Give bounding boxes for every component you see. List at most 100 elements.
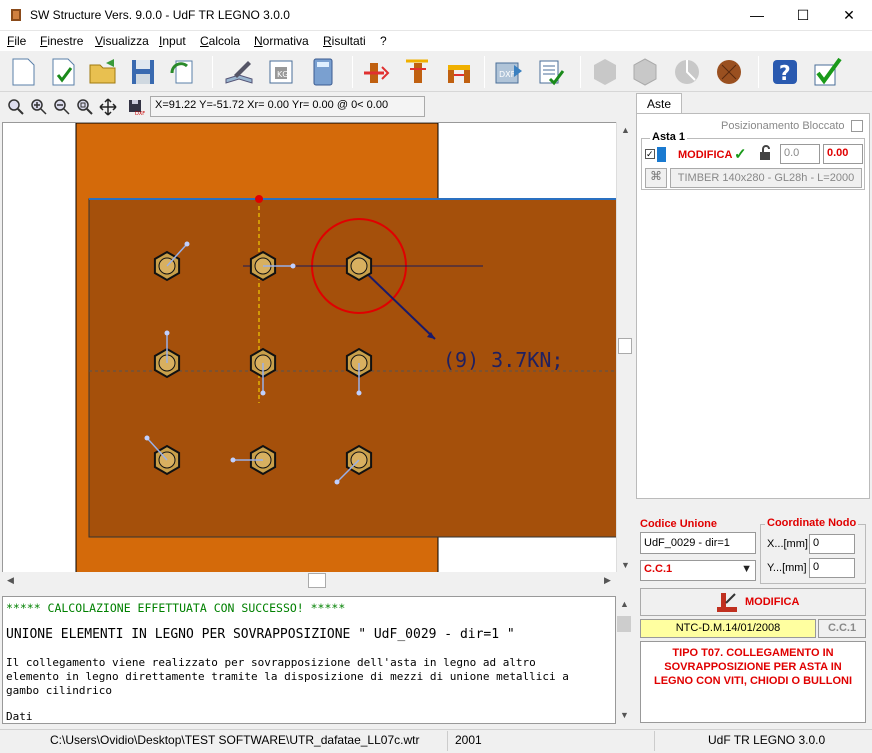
timber-block-icon[interactable] [712, 55, 746, 89]
output-heading: UNIONE ELEMENTI IN LEGNO PER SOVRAPPOSIZ… [6, 627, 515, 642]
minimize-button[interactable]: — [734, 0, 780, 31]
report-icon[interactable] [534, 55, 568, 89]
modifica-asta-button[interactable]: MODIFICA [678, 149, 732, 161]
bolt-force-arrowhead [144, 435, 150, 441]
normativa-label: NTC-D.M.14/01/2008 [640, 619, 816, 638]
output-line: gambo cilindrico [6, 684, 112, 697]
save-icon[interactable] [126, 55, 160, 89]
y-coordinate-input[interactable]: 0 [809, 558, 855, 578]
scroll-left-button[interactable]: ◀ [2, 572, 19, 589]
node-marker[interactable] [255, 195, 263, 203]
close-button[interactable]: ✕ [826, 0, 872, 31]
menu-calcola[interactable]: Calcola [200, 34, 240, 48]
menu-visualizza[interactable]: Visualizza [95, 34, 149, 48]
output-line: Dati [6, 710, 33, 723]
zoom-in-icon[interactable] [30, 98, 48, 116]
y-label: Y...[mm] [767, 562, 807, 574]
new-file-icon[interactable] [6, 55, 40, 89]
output-log[interactable]: ***** CALCOLAZIONE EFFETTUATA CON SUCCES… [2, 596, 616, 724]
locked-position-checkbox[interactable] [851, 120, 863, 132]
scroll-thumb[interactable] [618, 338, 632, 354]
svg-text:KG: KG [277, 70, 288, 79]
bolt-force-arrowhead [260, 390, 266, 396]
app-logo-icon [11, 9, 21, 21]
angle-input[interactable]: 0.0 [780, 144, 820, 164]
asta-visible-checkbox[interactable]: ✓ [645, 149, 655, 159]
load-combination-select[interactable]: C.C.1 ▼ [640, 560, 756, 581]
codice-unione-input[interactable]: UdF_0029 - dir=1 [640, 532, 756, 554]
output-line: Il collegamento viene realizzato per sov… [6, 656, 536, 669]
asta-group: Asta 1 ✓ MODIFICA ✓ 0.0 0.00 ⌘ TIMBER 14… [641, 131, 865, 190]
modifica-unione-button[interactable]: MODIFICA [640, 588, 866, 616]
hexagon-outline-icon [633, 58, 657, 86]
canvas-horizontal-scrollbar[interactable]: ◀ ▶ [2, 572, 633, 589]
output-vertical-scrollbar[interactable]: ▲ ▼ [616, 596, 633, 724]
success-message: ***** CALCOLAZIONE EFFETTUATA CON SUCCES… [6, 601, 346, 615]
edit-book-icon[interactable] [222, 55, 256, 89]
toolbar-separator [580, 56, 581, 88]
offset-input[interactable]: 0.00 [823, 144, 863, 164]
coordinate-group: Coordinate Nodo X...[mm] 0 Y...[mm] 0 [760, 517, 866, 584]
connection-drawing: (9) 3.7KN; [75, 123, 617, 573]
refresh-icon[interactable] [166, 55, 200, 89]
scroll-up-button[interactable]: ▲ [617, 122, 634, 139]
codice-unione-label: Codice Unione [640, 518, 718, 530]
menu-file[interactable]: File [7, 34, 26, 48]
tab-content: Posizionamento Bloccato Asta 1 ✓ MODIFIC… [636, 114, 870, 499]
confirm-check-icon[interactable] [810, 55, 844, 89]
cc-label: C.C.1 [818, 619, 866, 638]
maximize-button[interactable]: ☐ [780, 0, 826, 31]
scroll-thumb[interactable] [617, 616, 631, 632]
bolt-force-arrowhead [184, 241, 190, 247]
lock-icon[interactable] [758, 145, 776, 161]
canvas-vertical-scrollbar[interactable]: ▲ ▼ [616, 122, 633, 574]
scroll-thumb[interactable] [308, 573, 326, 588]
svg-text:DXF: DXF [135, 111, 145, 116]
menu-help[interactable]: ? [380, 34, 387, 48]
modifica-unione-label: MODIFICA [745, 596, 800, 608]
x-coordinate-input[interactable]: 0 [809, 534, 855, 554]
calculator-icon[interactable] [306, 55, 340, 89]
zoom-window-icon[interactable] [76, 98, 94, 116]
menu-input[interactable]: Input [159, 34, 186, 48]
menu-normativa[interactable]: Normativa [254, 34, 309, 48]
bolt-shank [350, 257, 368, 275]
svg-text:DXF: DXF [499, 70, 516, 79]
bolt-force-arrowhead [334, 479, 340, 485]
toolbar-separator [212, 56, 213, 88]
open-folder-icon[interactable] [86, 55, 120, 89]
scroll-right-button[interactable]: ▶ [599, 572, 616, 589]
tab-aste[interactable]: Aste [636, 93, 682, 114]
connection-icon [717, 593, 737, 612]
column-load-icon[interactable] [400, 55, 434, 89]
confirm-check-icon[interactable]: ✓ [734, 145, 747, 163]
zoom-fit-icon[interactable] [7, 98, 25, 116]
drawing-canvas[interactable]: (9) 3.7KN; [2, 122, 618, 574]
element-description: TIMBER 140x280 - GL28h - L=2000 [670, 168, 862, 188]
dxf-export-icon[interactable]: DXF [492, 55, 526, 89]
bolt-force-arrowhead [164, 330, 170, 336]
tipo-description: TIPO T07. COLLEGAMENTO IN SOVRAPPOSIZION… [640, 641, 866, 723]
help-icon[interactable]: ? [768, 55, 802, 89]
frame-load-icon[interactable] [442, 55, 476, 89]
menu-finestre[interactable]: Finestre [40, 34, 83, 48]
svg-text:?: ? [779, 61, 791, 85]
status-file-path: C:\Users\Ovidio\Desktop\TEST SOFTWARE\UT… [50, 733, 420, 747]
beam-load-icon[interactable] [360, 55, 394, 89]
weight-icon[interactable]: KG [264, 55, 298, 89]
asta-color-swatch[interactable] [657, 147, 666, 162]
locked-position-label: Posizionamento Bloccato [721, 120, 845, 132]
output-line: elemento in legno direttamente tramite l… [6, 670, 569, 683]
toolbar-separator [758, 56, 759, 88]
open-check-icon[interactable] [46, 55, 80, 89]
title-bar: SW Structure Vers. 9.0.0 - UdF TR LEGNO … [0, 0, 872, 31]
section-icon[interactable]: ⌘ [645, 168, 667, 188]
zoom-out-icon[interactable] [53, 98, 71, 116]
pan-icon[interactable] [99, 98, 117, 116]
scroll-up-button[interactable]: ▲ [616, 596, 633, 613]
menu-risultati[interactable]: Risultati [323, 34, 366, 48]
save-dxf-icon[interactable]: DXF [127, 98, 145, 116]
bolt-force-arrowhead [230, 457, 236, 463]
asta-group-title: Asta 1 [650, 131, 688, 143]
scroll-down-button[interactable]: ▼ [616, 707, 633, 724]
